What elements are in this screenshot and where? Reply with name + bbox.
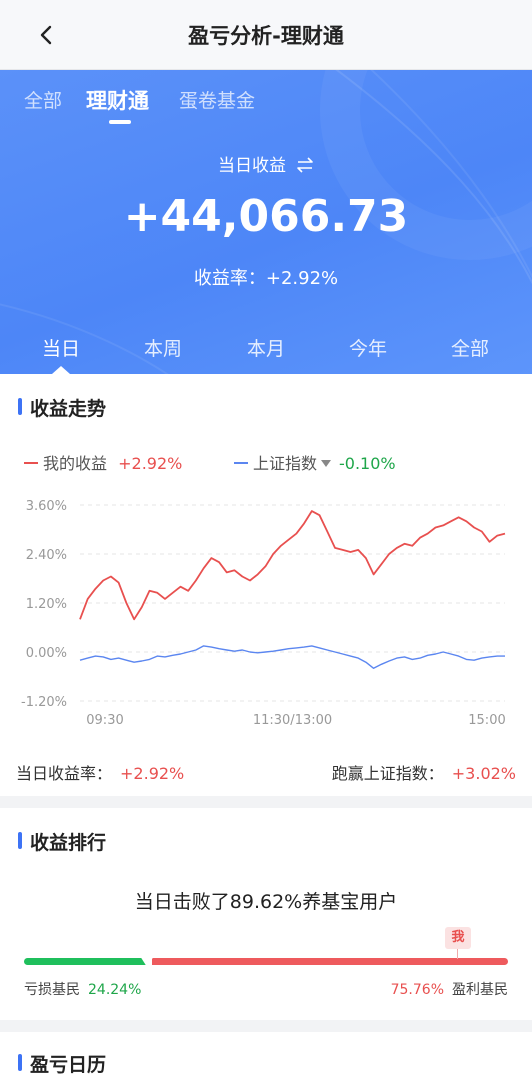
beat-index-summary: 跑赢上证指数： +3.02% — [331, 764, 516, 783]
profit-trend-chart[interactable]: 3.60% 2.40% 1.20% 0.00% -1.20% 09:30 11:30/13:… — [0, 488, 532, 728]
y-tick-label: 0.00% — [26, 646, 67, 661]
active-tab-indicator — [109, 120, 131, 124]
y-tick-label: 3.60% — [26, 499, 67, 514]
profit-rate: 收益率：+2.92% — [193, 268, 339, 289]
y-tick-label: 1.20% — [26, 597, 67, 612]
tab-year[interactable]: 今年 — [328, 334, 408, 361]
legend-shanghai-index[interactable]: 上证指数 -0.10% — [234, 450, 396, 474]
section-title-trend: 收益走势 — [18, 394, 106, 421]
tab-today[interactable]: 当日 — [21, 334, 101, 361]
y-tick-label: 2.40% — [26, 548, 67, 563]
tab-all[interactable]: 全部 — [24, 86, 62, 113]
loss-share-bar — [24, 958, 148, 965]
nav-bar: 盈亏分析-理财通 — [0, 0, 532, 70]
summary-header: 全部 理财通 蛋卷基金 当日收益 +44,066.73 收益率：+2.92% 当… — [0, 70, 532, 374]
profit-share-bar — [152, 958, 508, 965]
loss-investors-label: 亏损基民 24.24% — [24, 982, 142, 998]
daily-rate-summary: 当日收益率： +2.92% — [16, 764, 185, 783]
legend-my-profit[interactable]: 我的收益 +2.92% — [24, 450, 182, 474]
tab-week[interactable]: 本周 — [123, 334, 203, 361]
period-tabs: 当日 本周 本月 今年 全部 — [0, 334, 532, 374]
my-position-badge: 我 — [445, 927, 471, 949]
active-period-indicator — [52, 366, 70, 374]
x-tick-label: 09:30 — [86, 713, 123, 728]
profit-trend-card: 收益走势 我的收益 +2.92% 上证指数 -0.10% 3.60% 2.40% 1.… — [0, 374, 532, 796]
daily-profit-label: 当日收益 — [0, 151, 532, 176]
x-tick-label: 15:00 — [468, 713, 505, 728]
profit-investors-label: 75.76% 盈利基民 — [390, 982, 508, 998]
page-title: 盈亏分析-理财通 — [188, 24, 344, 48]
y-tick-label: -1.20% — [21, 695, 67, 710]
x-tick-label: 11:30/13:00 — [253, 713, 332, 728]
swap-icon[interactable] — [296, 157, 314, 173]
tab-month[interactable]: 本月 — [226, 334, 306, 361]
daily-profit-amount: +44,066.73 — [123, 191, 409, 242]
bar-divider — [140, 956, 154, 967]
beat-users-text: 当日击败了89.62%养基宝用户 — [134, 891, 398, 913]
section-title-ranking: 收益排行 — [18, 828, 106, 855]
my-position-marker — [457, 949, 458, 959]
tab-danjuan-fund[interactable]: 蛋卷基金 — [179, 86, 255, 113]
tab-all-time[interactable]: 全部 — [430, 334, 510, 361]
profit-ranking-card: 收益排行 当日击败了89.62%养基宝用户 我 亏损基民 24.24% 75.76… — [0, 808, 532, 1020]
tab-licaitong[interactable]: 理财通 — [86, 85, 149, 115]
section-title-calendar: 盈亏日历 — [18, 1050, 106, 1077]
dropdown-triangle-icon[interactable] — [321, 460, 332, 467]
shanghai-index-line — [79, 645, 505, 670]
profit-calendar-card: 盈亏日历 — [0, 1032, 532, 1080]
